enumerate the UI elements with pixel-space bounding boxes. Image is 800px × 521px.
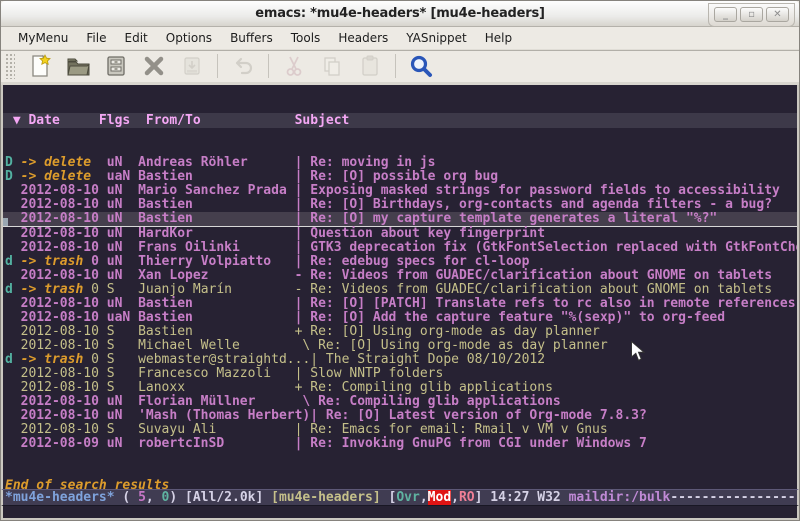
- menu-item-tools[interactable]: Tools: [282, 28, 330, 48]
- modeline-segment: 5: [138, 490, 146, 505]
- headers-column-header[interactable]: ▼ Date Flgs From/To Subject: [3, 113, 797, 128]
- message-row[interactable]: 2012-08-10 S Bastien + Re: [O] Using org…: [3, 325, 797, 339]
- minimize-button[interactable]: _: [714, 7, 737, 22]
- end-of-search-results: End of search results: [3, 479, 797, 489]
- message-row[interactable]: 2012-08-10 S Francesco Mazzoli | Slow NN…: [3, 367, 797, 381]
- buffer-rows: D -> delete uN Andreas Röhler | Re: movi…: [3, 156, 797, 451]
- toolbar-separator: [268, 54, 269, 78]
- message-row[interactable]: D -> delete uN Andreas Röhler | Re: movi…: [3, 156, 797, 170]
- message-row-current[interactable]: 2012-08-10 uN Bastien | Re: [O] my captu…: [3, 212, 797, 227]
- menu-item-edit[interactable]: Edit: [116, 28, 157, 48]
- modeline-segment: *mu4e-headers*: [5, 490, 115, 505]
- message-row[interactable]: 2012-08-10 uN Mario Sanchez Prada | Expo…: [3, 184, 797, 198]
- toolbar-drag-handle[interactable]: [5, 53, 15, 79]
- modeline-segment: Mod: [428, 490, 451, 505]
- message-row[interactable]: 2012-08-10 uN Bastien | Re: [O] [PATCH] …: [3, 297, 797, 311]
- copy-icon[interactable]: [317, 52, 347, 80]
- mode-line[interactable]: *mu4e-headers* ( 5, 0) [All/2.0k] [mu4e-…: [1, 489, 799, 506]
- message-row[interactable]: 2012-08-10 uN Florian Müllner \ Re: Comp…: [3, 395, 797, 409]
- window-controls: _▫✕: [708, 3, 795, 27]
- modeline-segment: [: [381, 490, 397, 505]
- modeline-segment: ,: [420, 490, 428, 505]
- modeline-segment: ]: [475, 490, 491, 505]
- modeline-segment: (: [115, 490, 138, 505]
- message-row[interactable]: 2012-08-10 uN 'Mash (Thomas Herbert)| Re…: [3, 409, 797, 423]
- mouse-cursor: [631, 341, 645, 366]
- message-row[interactable]: d -> trash 0 uN Thierry Volpiatto | Re: …: [3, 255, 797, 269]
- message-row[interactable]: 2012-08-10 uN Bastien | Re: [O] Birthday…: [3, 198, 797, 212]
- menu-item-file[interactable]: File: [77, 28, 115, 48]
- modeline-segment: ,: [451, 490, 459, 505]
- message-row[interactable]: d -> trash 0 S webmaster@straightd...| T…: [3, 353, 797, 367]
- menu-item-mymenu[interactable]: MyMenu: [9, 28, 77, 48]
- open-folder-icon[interactable]: [63, 52, 93, 80]
- save-icon[interactable]: [101, 52, 131, 80]
- message-row[interactable]: 2012-08-10 S Suvayu Ali | Re: Emacs for …: [3, 423, 797, 437]
- menu-item-options[interactable]: Options: [157, 28, 221, 48]
- modeline-segment: RO: [459, 490, 475, 505]
- maximize-button[interactable]: ▫: [740, 7, 763, 22]
- modeline-segment: [All/2.0k]: [185, 490, 271, 505]
- save-as-icon[interactable]: [177, 52, 207, 80]
- mu4e-headers-buffer[interactable]: ▼ Date Flgs From/To Subject D -> delete …: [1, 85, 799, 489]
- modeline-segment: [mu4e-headers]: [271, 490, 381, 505]
- menu-item-yasnippet[interactable]: YASnippet: [397, 28, 476, 48]
- message-row[interactable]: 2012-08-10 uaN Bastien | Re: [O] Add the…: [3, 311, 797, 325]
- modeline-segment: ,: [146, 490, 162, 505]
- search-icon[interactable]: [406, 52, 436, 80]
- echo-area[interactable]: [1, 506, 799, 520]
- paste-icon[interactable]: [355, 52, 385, 80]
- toolbar-separator: [217, 54, 218, 78]
- modeline-segment: ): [169, 490, 185, 505]
- close-button[interactable]: ✕: [766, 7, 789, 22]
- message-row[interactable]: 2012-08-10 S Lanoxx + Re: Compiling glib…: [3, 381, 797, 395]
- undo-icon[interactable]: [228, 52, 258, 80]
- modeline-segment: maildir:/bulk: [569, 490, 671, 505]
- message-row[interactable]: 2012-08-10 S Michael Welle \ Re: [O] Usi…: [3, 339, 797, 353]
- cut-icon[interactable]: [279, 52, 309, 80]
- message-row[interactable]: 2012-08-10 uN Xan Lopez - Re: Videos fro…: [3, 269, 797, 283]
- menu-item-buffers[interactable]: Buffers: [221, 28, 282, 48]
- message-row[interactable]: D -> delete uaN Bastien | Re: [O] possib…: [3, 170, 797, 184]
- new-file-icon[interactable]: [25, 52, 55, 80]
- message-row[interactable]: d -> trash 0 S Juanjo Marín - Re: Videos…: [3, 283, 797, 297]
- menu-bar: MyMenuFileEditOptionsBuffersToolsHeaders…: [1, 27, 799, 50]
- modeline-segment: Ovr: [396, 490, 419, 505]
- window-title: emacs: *mu4e-headers* [mu4e-headers]: [255, 6, 544, 21]
- emacs-window: emacs: *mu4e-headers* [mu4e-headers] _▫✕…: [0, 0, 800, 521]
- message-row[interactable]: 2012-08-10 uN Frans Oilinki | GTK3 depre…: [3, 241, 797, 255]
- menu-item-headers[interactable]: Headers: [329, 28, 397, 48]
- menu-item-help[interactable]: Help: [476, 28, 521, 48]
- modeline-segment: 14:27 W32: [490, 490, 568, 505]
- message-row[interactable]: 2012-08-10 uN HardKor | Question about k…: [3, 227, 797, 241]
- message-row[interactable]: 2012-08-09 uN robertcInSD | Re: Invoking…: [3, 437, 797, 451]
- modeline-segment: ----------------------------------------…: [670, 490, 799, 505]
- tool-bar: [1, 50, 799, 85]
- title-bar[interactable]: emacs: *mu4e-headers* [mu4e-headers] _▫✕: [1, 1, 799, 27]
- toolbar-separator: [395, 54, 396, 78]
- close-buffer-icon[interactable]: [139, 52, 169, 80]
